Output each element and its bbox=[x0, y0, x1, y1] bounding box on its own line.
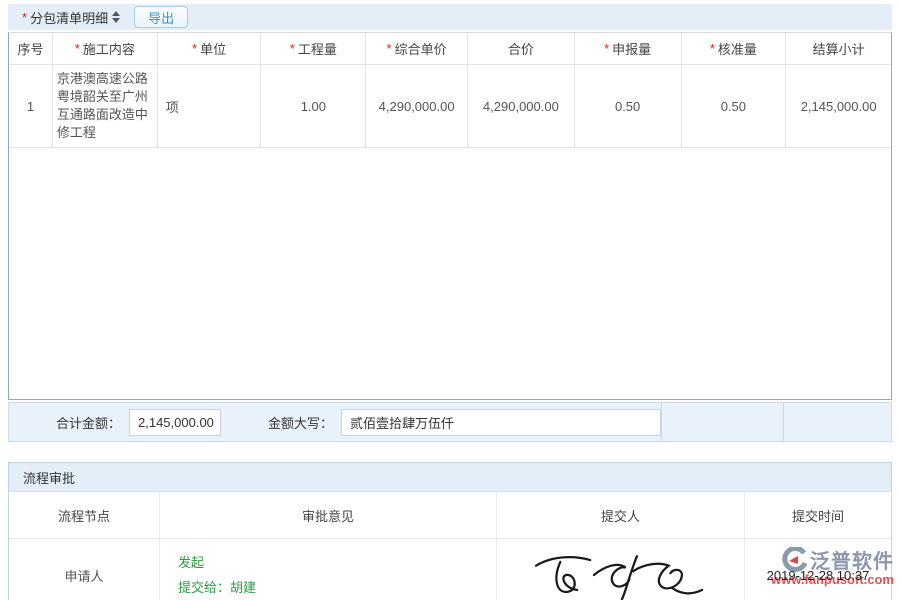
cell-quantity: 1.00 bbox=[261, 65, 366, 147]
approval-header-row: 流程节点 审批意见 提交人 提交时间 bbox=[9, 492, 891, 539]
detail-grid-header-row: 序号 *施工内容 *单位 *工程量 *综合单价 合价 *申报量 *核准量 结算小… bbox=[9, 33, 891, 65]
required-star: * bbox=[22, 10, 27, 25]
col-header-submit-time: 提交时间 bbox=[745, 492, 891, 538]
summary-empty-cell bbox=[661, 403, 783, 441]
col-header-unit: *单位 bbox=[158, 33, 262, 64]
col-header-subtotal: 结算小计 bbox=[786, 33, 891, 64]
col-header-opinion: 审批意见 bbox=[160, 492, 497, 538]
col-header-seq: 序号 bbox=[9, 33, 53, 64]
total-amount-label: 合计金额： bbox=[9, 413, 121, 432]
signature-image bbox=[531, 547, 711, 600]
summary-empty-cell bbox=[783, 403, 891, 441]
cell-submitter bbox=[497, 539, 745, 600]
spinner-stepper-icon[interactable] bbox=[112, 11, 120, 23]
approval-panel: 流程审批 流程节点 审批意见 提交人 提交时间 申请人 发起 提交给：胡建 bbox=[8, 462, 892, 600]
col-header-unit-price: *综合单价 bbox=[366, 33, 468, 64]
col-header-submitter: 提交人 bbox=[497, 492, 745, 538]
amount-words-field[interactable]: 贰佰壹拾肆万伍仟 bbox=[341, 409, 661, 436]
approval-row: 申请人 发起 提交给：胡建 2019-12-28 10:37 bbox=[9, 539, 891, 600]
detail-grid: 序号 *施工内容 *单位 *工程量 *综合单价 合价 *申报量 *核准量 结算小… bbox=[8, 32, 892, 400]
opinion-action: 发起 bbox=[178, 550, 204, 575]
panel-title: 分包清单明细 bbox=[30, 8, 108, 27]
amount-words-label: 金额大写： bbox=[221, 413, 333, 432]
chevron-up-icon bbox=[112, 11, 120, 16]
cell-unit-price: 4,290,000.00 bbox=[366, 65, 468, 147]
col-header-total-price: 合价 bbox=[468, 33, 575, 64]
detail-toolbar: * 分包清单明细 导出 bbox=[8, 4, 892, 30]
summary-row: 合计金额： 2,145,000.00 金额大写： 贰佰壹拾肆万伍仟 bbox=[8, 402, 892, 442]
cell-node: 申请人 bbox=[9, 539, 160, 600]
cell-approved-qty: 0.50 bbox=[682, 65, 787, 147]
approval-panel-title: 流程审批 bbox=[9, 463, 891, 492]
col-header-declared-qty: *申报量 bbox=[575, 33, 682, 64]
cell-seq: 1 bbox=[9, 65, 53, 147]
col-header-content: *施工内容 bbox=[53, 33, 158, 64]
cell-opinion: 发起 提交给：胡建 bbox=[160, 539, 497, 600]
cell-content: 京港澳高速公路粤境韶关至广州互通路面改造中修工程 bbox=[53, 65, 158, 147]
col-header-approved-qty: *核准量 bbox=[682, 33, 787, 64]
subcontract-detail-panel: * 分包清单明细 导出 序号 *施工内容 *单位 *工程量 *综合单价 合价 *… bbox=[8, 4, 892, 442]
opinion-target: 提交给：胡建 bbox=[178, 575, 256, 600]
cell-total-price: 4,290,000.00 bbox=[468, 65, 575, 147]
table-row[interactable]: 1 京港澳高速公路粤境韶关至广州互通路面改造中修工程 项 1.00 4,290,… bbox=[9, 65, 891, 148]
cell-declared-qty: 0.50 bbox=[575, 65, 682, 147]
total-amount-field[interactable]: 2,145,000.00 bbox=[129, 409, 221, 436]
cell-unit: 项 bbox=[158, 65, 262, 147]
col-header-quantity: *工程量 bbox=[261, 33, 366, 64]
cell-submit-time: 2019-12-28 10:37 bbox=[745, 539, 891, 600]
submit-timestamp: 2019-12-28 10:37 bbox=[767, 568, 870, 583]
chevron-down-icon bbox=[112, 18, 120, 23]
page: * 分包清单明细 导出 序号 *施工内容 *单位 *工程量 *综合单价 合价 *… bbox=[0, 0, 900, 600]
cell-subtotal: 2,145,000.00 bbox=[786, 65, 891, 147]
export-button[interactable]: 导出 bbox=[134, 6, 188, 28]
col-header-node: 流程节点 bbox=[9, 492, 160, 538]
